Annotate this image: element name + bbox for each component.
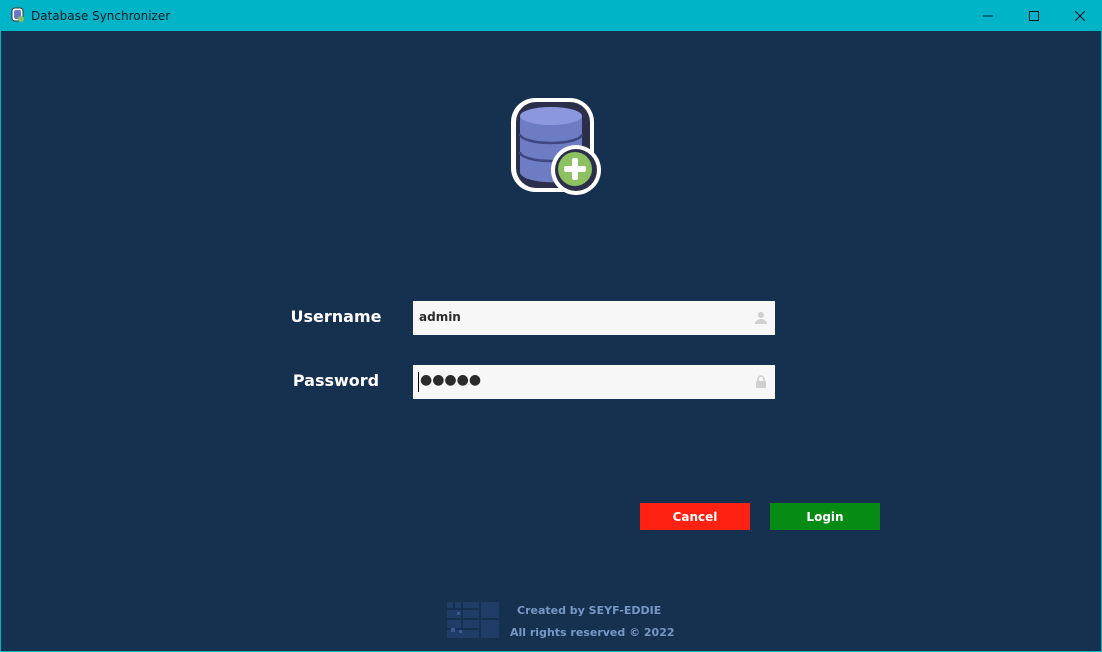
lock-icon xyxy=(756,375,766,388)
close-button[interactable] xyxy=(1057,0,1102,31)
login-button[interactable]: Login xyxy=(770,503,880,530)
cancel-button[interactable]: Cancel xyxy=(640,503,750,530)
close-icon xyxy=(1075,10,1085,21)
footer-rights: All rights reserved © 2022 xyxy=(510,626,675,639)
text-caret xyxy=(418,372,419,392)
title-bar[interactable]: Database Synchronizer xyxy=(1,0,1102,31)
window-title: Database Synchronizer xyxy=(31,9,171,23)
minimize-icon xyxy=(983,15,993,16)
password-masked-value: ●●●●● xyxy=(420,372,482,388)
database-add-logo xyxy=(511,98,601,195)
username-label: Username xyxy=(290,307,382,326)
footer-credit: Created by SEYF-EDDIE xyxy=(517,604,662,617)
maximize-icon xyxy=(1029,10,1039,21)
password-label: Password xyxy=(292,371,380,390)
maximize-button[interactable] xyxy=(1011,0,1057,31)
minimize-button[interactable] xyxy=(965,0,1011,31)
database-app-icon xyxy=(11,7,24,22)
footer-logo xyxy=(447,602,499,638)
username-field[interactable]: admin xyxy=(413,301,775,335)
user-icon xyxy=(755,312,767,324)
password-field[interactable]: ●●●●● xyxy=(413,365,775,399)
app-window: Database Synchronizer Username admin Pas… xyxy=(0,0,1102,652)
username-value: admin xyxy=(419,310,461,324)
